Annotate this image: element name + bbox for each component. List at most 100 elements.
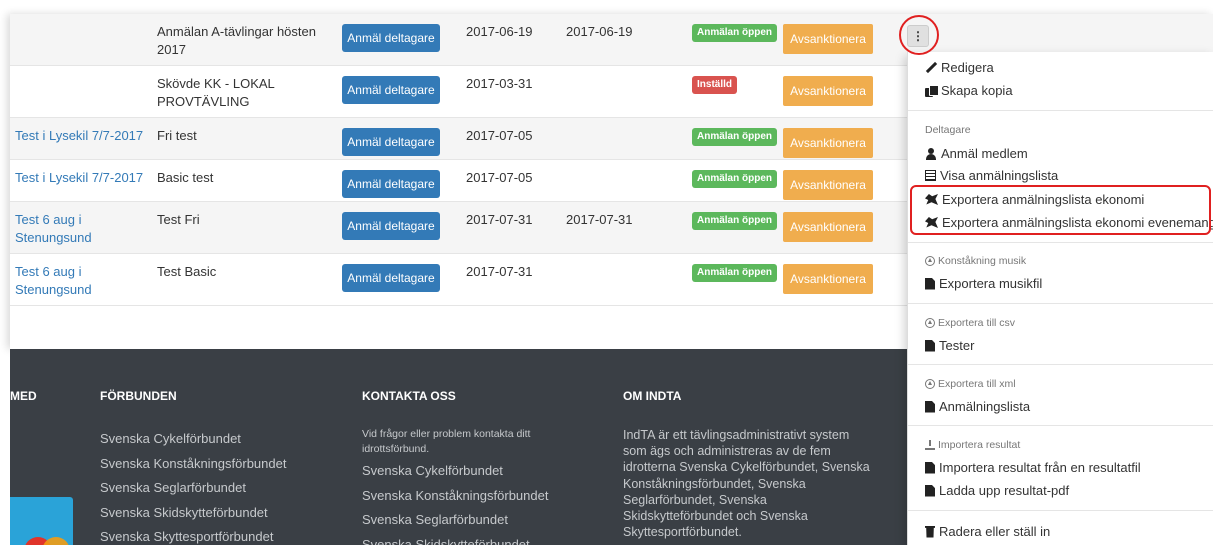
menu-section-xml: Exportera till xml xyxy=(925,378,1016,390)
menu-item-label: Redigera xyxy=(941,60,994,75)
register-participant-button[interactable]: Anmäl deltagare xyxy=(342,212,440,240)
event-name: Basic test xyxy=(157,170,214,185)
menu-item-registration-list[interactable]: Anmälningslista xyxy=(925,399,1030,414)
menu-item-export-music[interactable]: Exportera musikfil xyxy=(925,276,1042,291)
footer-link[interactable]: Svenska Konståkningsförbundet xyxy=(100,452,286,477)
menu-section-csv: Exportera till csv xyxy=(925,317,1015,329)
menu-item-import-results[interactable]: Importera resultat från en resultatfil xyxy=(925,460,1141,475)
status-badge: Anmälan öppen xyxy=(692,128,778,146)
unsanction-button[interactable]: Avsanktionera xyxy=(783,170,873,200)
footer-about-heading: OM INDTA xyxy=(623,389,682,403)
menu-divider xyxy=(908,364,1213,365)
upload-circle-icon xyxy=(925,256,935,266)
event-name: Test Fri xyxy=(157,212,200,227)
start-date: 2017-07-31 xyxy=(466,264,533,279)
status-badge: Anmälan öppen xyxy=(692,264,778,282)
menu-item-label: Anmäl medlem xyxy=(941,146,1028,161)
status-badge: Anmälan öppen xyxy=(692,170,778,188)
unsanction-button[interactable]: Avsanktionera xyxy=(783,128,873,158)
start-date: 2017-07-31 xyxy=(466,212,533,227)
event-name: Test Basic xyxy=(157,264,217,279)
footer-link[interactable]: Svenska Cykelförbundet xyxy=(362,459,552,484)
menu-item-show-list[interactable]: Visa anmälningslista xyxy=(925,168,1058,183)
footer-link[interactable]: Svenska Cykelförbundet xyxy=(100,427,286,452)
menu-item-label: Exportera musikfil xyxy=(939,276,1043,291)
menu-item-label: Anmälningslista xyxy=(939,399,1031,414)
annotation-circle xyxy=(899,15,939,55)
file-icon xyxy=(925,461,935,474)
start-date: 2017-06-19 xyxy=(466,24,533,39)
footer-federations-heading: FÖRBUNDEN xyxy=(100,389,177,403)
unsanction-button[interactable]: Avsanktionera xyxy=(783,76,873,106)
footer-col0-heading: MED xyxy=(10,389,37,403)
download-icon xyxy=(925,440,935,450)
menu-item-label: Skapa kopia xyxy=(941,83,1013,98)
file-icon xyxy=(925,277,935,290)
menu-section-label: Importera resultat xyxy=(938,439,1021,451)
menu-item-register-member[interactable]: Anmäl medlem xyxy=(925,146,1028,161)
menu-divider xyxy=(908,303,1213,304)
unsanction-button[interactable]: Avsanktionera xyxy=(783,264,873,294)
footer-link[interactable]: Svenska Seglarförbundet xyxy=(362,508,552,533)
menu-divider xyxy=(908,110,1213,111)
unsanction-button[interactable]: Avsanktionera xyxy=(783,212,873,242)
menu-item-label: Radera eller ställ in xyxy=(939,524,1051,539)
footer-link[interactable]: Svenska Seglarförbundet xyxy=(100,476,286,501)
event-name: Anmälan A-tävlingar hösten 2017 xyxy=(157,24,316,57)
menu-item-copy[interactable]: Skapa kopia xyxy=(925,83,1013,98)
end-date: 2017-06-19 xyxy=(566,24,633,39)
event-name: Skövde KK - LOKAL PROVTÄVLING xyxy=(157,76,275,109)
status-badge: Anmälan öppen xyxy=(692,24,778,42)
start-date: 2017-03-31 xyxy=(466,76,533,91)
menu-item-tests[interactable]: Tester xyxy=(925,338,974,353)
menu-item-label: Importera resultat från en resultatfil xyxy=(939,460,1141,475)
trash-icon xyxy=(925,525,935,538)
menu-item-label: Visa anmälningslista xyxy=(940,168,1059,183)
start-date: 2017-07-05 xyxy=(466,170,533,185)
footer-contact-heading: KONTAKTA OSS xyxy=(362,389,456,403)
menu-section-label: Exportera till csv xyxy=(938,317,1016,329)
footer-link[interactable]: Svenska Skyttesportförbundet xyxy=(100,525,286,545)
footer-link[interactable]: Svenska Skidskytteförbundet xyxy=(362,533,552,545)
menu-divider xyxy=(908,242,1213,243)
menu-item-label: Ladda upp resultat-pdf xyxy=(939,483,1070,498)
status-badge: Inställd xyxy=(692,76,738,94)
footer-contact-intro: Vid frågor eller problem kontakta ditt i… xyxy=(362,428,531,455)
file-icon xyxy=(925,400,935,413)
event-name: Fri test xyxy=(157,128,197,143)
menu-item-upload-pdf[interactable]: Ladda upp resultat-pdf xyxy=(925,483,1069,498)
menu-item-delete[interactable]: Radera eller ställ in xyxy=(925,524,1050,539)
menu-section-import: Importera resultat xyxy=(925,439,1020,451)
register-participant-button[interactable]: Anmäl deltagare xyxy=(342,76,440,104)
register-participant-button[interactable]: Anmäl deltagare xyxy=(342,264,440,292)
row-actions-dropdown: Redigera Skapa kopia Deltagare Anmäl med… xyxy=(907,52,1213,545)
menu-section-music: Konståkning musik xyxy=(925,255,1026,267)
menu-section-label: Exportera till xml xyxy=(938,378,1016,390)
menu-divider xyxy=(908,425,1213,426)
register-participant-button[interactable]: Anmäl deltagare xyxy=(342,170,440,198)
register-participant-button[interactable]: Anmäl deltagare xyxy=(342,24,440,52)
annotation-rectangle xyxy=(910,185,1211,235)
status-badge: Anmälan öppen xyxy=(692,212,778,230)
competition-link[interactable]: Test 6 aug i Stenungsund xyxy=(15,211,155,247)
menu-item-edit[interactable]: Redigera xyxy=(925,60,994,75)
start-date: 2017-07-05 xyxy=(466,128,533,143)
competition-link[interactable]: Test i Lysekil 7/7-2017 xyxy=(15,169,155,187)
competition-link[interactable]: Test i Lysekil 7/7-2017 xyxy=(15,127,155,145)
footer-about-text: IndTA är ett tävlingsadministrativt syst… xyxy=(623,428,870,540)
footer-link[interactable]: Svenska Konståkningsförbundet xyxy=(362,484,552,509)
upload-circle-icon xyxy=(925,318,935,328)
menu-section-label: Konståkning musik xyxy=(938,255,1027,267)
menu-section-participants: Deltagare xyxy=(925,124,971,136)
unsanction-button[interactable]: Avsanktionera xyxy=(783,24,873,54)
file-icon xyxy=(925,484,935,497)
pencil-icon xyxy=(925,62,937,74)
register-participant-button[interactable]: Anmäl deltagare xyxy=(342,128,440,156)
file-icon xyxy=(925,339,935,352)
user-icon xyxy=(925,147,937,160)
menu-item-label: Tester xyxy=(939,338,975,353)
footer-link[interactable]: Svenska Skidskytteförbundet xyxy=(100,501,286,526)
copy-icon xyxy=(925,84,939,97)
competition-link[interactable]: Test 6 aug i Stenungsund xyxy=(15,263,155,299)
upload-circle-icon xyxy=(925,379,935,389)
